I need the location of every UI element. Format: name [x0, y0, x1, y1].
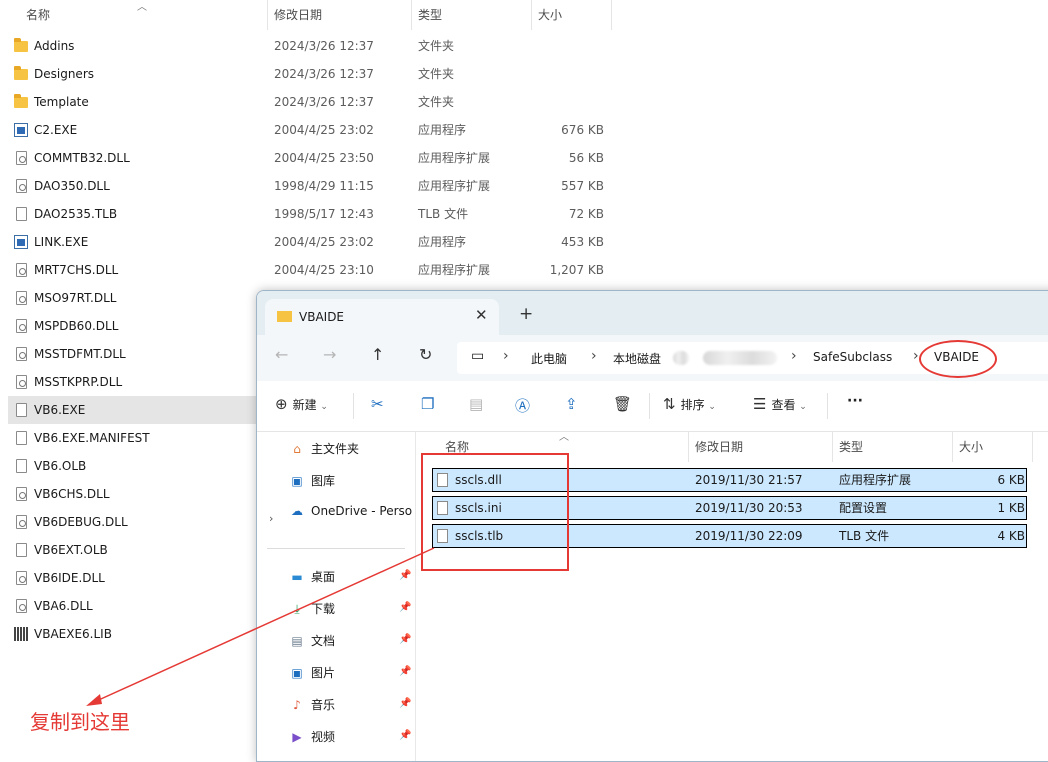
arrow-head — [86, 694, 102, 706]
annotation-label: 复制到这里 — [30, 710, 130, 734]
arrow-line — [91, 547, 435, 704]
annotation-arrow — [86, 547, 435, 706]
